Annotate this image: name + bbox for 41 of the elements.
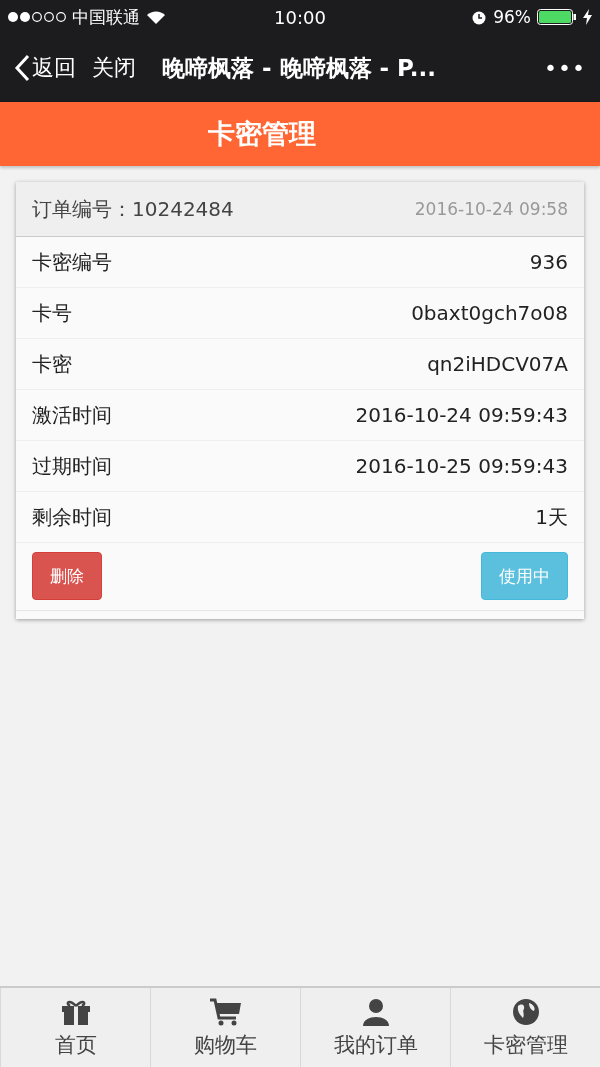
tab-label: 卡密管理 <box>483 1031 568 1059</box>
field-label: 卡号 <box>32 299 72 327</box>
more-button[interactable]: ••• <box>544 55 586 81</box>
tab-label: 购物车 <box>194 1031 257 1059</box>
field-label: 剩余时间 <box>32 503 112 531</box>
header-title: 卡密管理 <box>208 117 316 151</box>
order-number: 订单编号：10242484 <box>32 195 234 223</box>
charging-icon <box>583 9 592 25</box>
field-value: 2016-10-25 09:59:43 <box>355 454 568 478</box>
page-title: 晚啼枫落 - 晚啼枫落 - P... <box>162 53 436 83</box>
globe-icon <box>511 997 540 1026</box>
field-label: 过期时间 <box>32 452 112 480</box>
wifi-icon <box>146 9 166 25</box>
order-time: 2016-10-24 09:58 <box>414 199 568 219</box>
delete-button[interactable]: 删除 <box>32 552 102 600</box>
close-button[interactable]: 关闭 <box>92 53 136 83</box>
tab-item[interactable]: 我的订单 <box>300 988 450 1067</box>
field-value: 1天 <box>535 503 568 531</box>
tab-item[interactable]: 首页 <box>0 988 150 1067</box>
tab-item[interactable]: 购物车 <box>150 988 300 1067</box>
person-icon <box>361 997 390 1026</box>
tab-label: 首页 <box>54 1031 97 1059</box>
carrier-name: 中国联通 <box>72 5 140 29</box>
alarm-icon <box>471 9 488 25</box>
battery-icon <box>537 9 577 25</box>
gift-icon <box>60 998 91 1025</box>
field-value: qn2iHDCV07A <box>427 352 568 376</box>
field-label: 卡密 <box>32 350 72 378</box>
field-value: 0baxt0gch7o08 <box>411 301 568 325</box>
field-label: 激活时间 <box>32 401 112 429</box>
signal-icon <box>8 11 66 23</box>
back-chevron-icon <box>14 54 30 82</box>
field-value: 936 <box>529 250 568 274</box>
field-label: 卡密编号 <box>32 248 112 276</box>
field-value: 2016-10-24 09:59:43 <box>355 403 568 427</box>
back-button[interactable]: 返回 <box>14 53 76 83</box>
battery-percent: 96% <box>493 7 531 27</box>
clock-time: 10:00 <box>274 6 326 28</box>
cart-icon <box>209 997 242 1026</box>
tab-label: 我的订单 <box>333 1031 418 1059</box>
tab-item[interactable]: 卡密管理 <box>450 988 600 1067</box>
